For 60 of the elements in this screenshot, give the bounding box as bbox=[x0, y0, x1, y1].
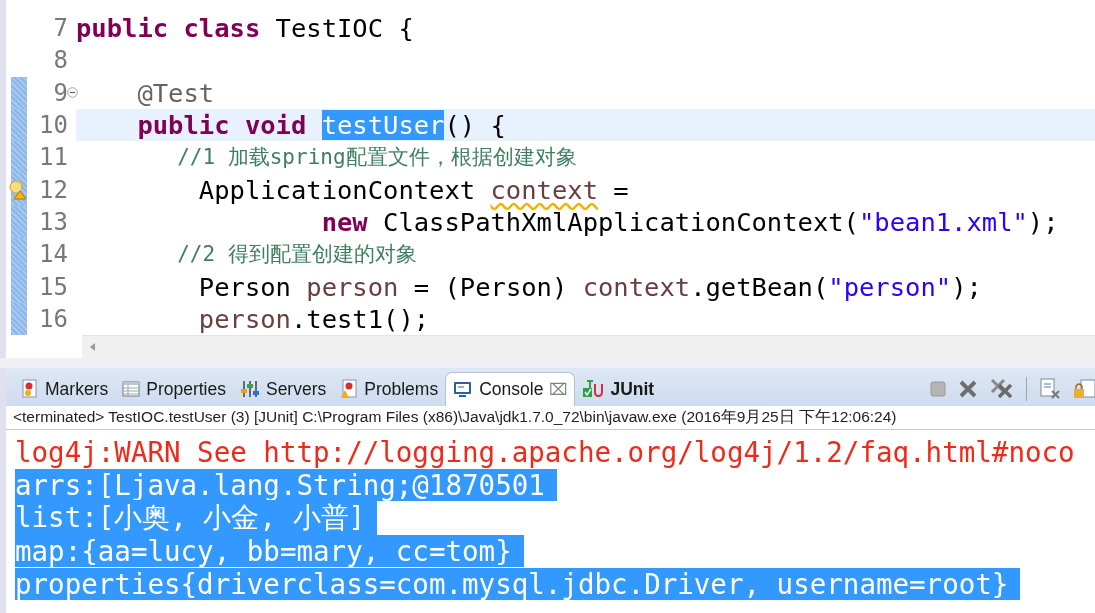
remove-icon[interactable] bbox=[958, 379, 978, 399]
junit-icon bbox=[582, 379, 605, 399]
markers-icon bbox=[21, 379, 39, 399]
code-text: () { bbox=[444, 110, 506, 141]
scroll-lock-icon[interactable] bbox=[1073, 378, 1095, 400]
line-number: 11 bbox=[38, 143, 68, 172]
code-text: ClassPathXmlApplicationContext( bbox=[383, 206, 859, 237]
panel-tab[interactable]: JUnit bbox=[575, 372, 662, 406]
collapse-icon[interactable] bbox=[67, 86, 78, 98]
clear-console-icon[interactable] bbox=[1039, 378, 1061, 400]
code-text: ); bbox=[1027, 206, 1059, 237]
code-variable: context bbox=[490, 174, 598, 205]
code-variable: person bbox=[306, 271, 399, 302]
code-keyword: public bbox=[76, 13, 170, 44]
console-warning-line: log4j:WARN See http://logging.apache.org/log4j/1.2/faq.html#noco bbox=[15, 435, 1076, 468]
code-keyword: new bbox=[320, 206, 369, 237]
line-number: 7 bbox=[52, 14, 68, 43]
code-variable: person bbox=[197, 303, 291, 334]
lightbulb-warning-icon[interactable] bbox=[9, 180, 27, 201]
line-number: 9 bbox=[52, 78, 68, 107]
console-status: <terminated> TestIOC.testUser (3) [JUnit] C:\Program Files (x86)\Java\jdk1.7.0_72\bin\javaw.exe (2016年9月25日 下午12:06:24) bbox=[13, 407, 897, 427]
line-number: 16 bbox=[38, 304, 68, 333]
line-number: 10 bbox=[38, 111, 68, 140]
code-text: .test1(); bbox=[290, 303, 430, 334]
code-text: ApplicationContext bbox=[197, 174, 477, 205]
code-text: .getBean( bbox=[690, 271, 829, 302]
code-text: Person bbox=[197, 271, 292, 302]
code-variable: context bbox=[582, 271, 691, 302]
code-keyword: class bbox=[183, 13, 262, 44]
panel-tab[interactable]: Properties bbox=[115, 372, 233, 406]
line-number: 14 bbox=[38, 240, 68, 269]
panel-tab[interactable]: Servers bbox=[232, 372, 334, 406]
code-keyword: void bbox=[244, 110, 308, 141]
sliders-icon bbox=[239, 380, 260, 398]
remove-all-icon[interactable] bbox=[990, 378, 1014, 400]
code-text: = bbox=[612, 174, 629, 205]
console-icon bbox=[453, 380, 474, 399]
code-keyword: public bbox=[136, 110, 231, 141]
panel-tab[interactable]: Markers bbox=[14, 372, 116, 406]
code-text: = (Person) bbox=[412, 271, 569, 302]
code-annotation: @Test bbox=[136, 77, 215, 108]
panel-tab[interactable]: Console ⌧ bbox=[445, 372, 576, 406]
string-literal: "person" bbox=[828, 271, 952, 302]
code-text: TestIOC { bbox=[275, 13, 414, 44]
code-comment: //2 得到配置创建的对象 bbox=[176, 241, 417, 269]
problems-icon bbox=[340, 379, 359, 399]
selected-text: testUser bbox=[321, 110, 445, 141]
scroll-left-icon[interactable] bbox=[89, 341, 96, 352]
code-text: ); bbox=[951, 271, 982, 302]
line-number: 12 bbox=[38, 175, 68, 204]
string-literal: "bean1.xml" bbox=[858, 206, 1028, 237]
horizontal-scrollbar[interactable] bbox=[82, 334, 1095, 358]
line-number: 8 bbox=[52, 46, 68, 75]
code-comment: //1 加载spring配置文件，根据创建对象 bbox=[176, 144, 577, 172]
line-number: 15 bbox=[38, 272, 68, 301]
close-icon[interactable]: ⌧ bbox=[549, 380, 568, 399]
panel-tab[interactable]: Problems bbox=[333, 372, 446, 406]
table-icon bbox=[122, 380, 141, 398]
line-number: 13 bbox=[38, 207, 68, 236]
stop-icon[interactable] bbox=[930, 381, 946, 397]
